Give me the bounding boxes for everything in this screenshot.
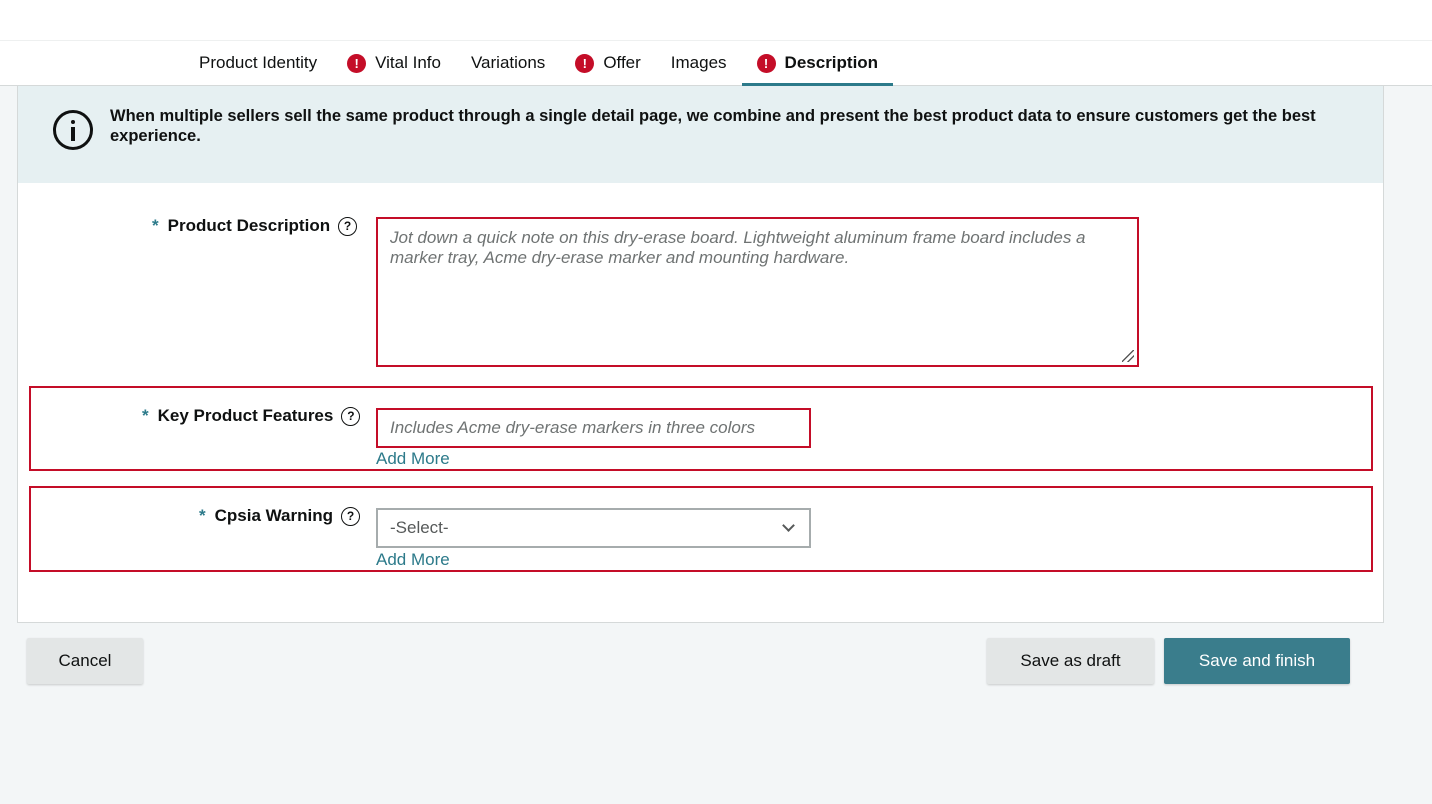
info-icon xyxy=(53,110,93,150)
required-marker: * xyxy=(199,506,206,525)
error-icon: ! xyxy=(347,53,367,73)
key-features-add-more-link[interactable]: Add More xyxy=(376,449,450,469)
tab-offer[interactable]: ! Offer xyxy=(560,40,655,86)
info-banner: When multiple sellers sell the same prod… xyxy=(18,86,1383,183)
cpsia-warning-add-more-link[interactable]: Add More xyxy=(376,550,450,570)
tab-variations[interactable]: Variations xyxy=(456,40,560,86)
key-features-input[interactable]: Includes Acme dry-erase markers in three… xyxy=(376,408,811,448)
tab-label: Product Identity xyxy=(199,53,318,72)
info-banner-text: When multiple sellers sell the same prod… xyxy=(110,107,1316,145)
save-and-finish-button[interactable]: Save and finish xyxy=(1164,638,1350,684)
resize-handle[interactable] xyxy=(1122,350,1134,362)
product-description-textarea[interactable]: Jot down a quick note on this dry-erase … xyxy=(376,217,1139,367)
tab-bar: Product Identity ! Vital Info Variations… xyxy=(184,40,894,87)
tab-description[interactable]: ! Description xyxy=(741,40,894,87)
key-features-label-text: Key Product Features xyxy=(157,406,334,425)
required-marker: * xyxy=(152,216,159,235)
chevron-down-icon xyxy=(782,519,795,532)
key-features-placeholder: Includes Acme dry-erase markers in three… xyxy=(390,418,756,437)
tab-label: Description xyxy=(784,53,879,72)
product-description-placeholder: Jot down a quick note on this dry-erase … xyxy=(390,228,1086,267)
top-navigation: Product Identity ! Vital Info Variations… xyxy=(0,0,1432,87)
tab-vital-info[interactable]: ! Vital Info xyxy=(332,40,456,86)
help-icon[interactable]: ? xyxy=(341,506,361,526)
tab-product-identity[interactable]: Product Identity xyxy=(184,40,332,86)
help-icon[interactable]: ? xyxy=(338,216,358,236)
cancel-button[interactable]: Cancel xyxy=(27,638,143,684)
product-description-label-text: Product Description xyxy=(167,216,331,235)
tab-label: Variations xyxy=(470,53,546,72)
error-icon: ! xyxy=(756,53,776,73)
required-marker: * xyxy=(142,406,149,425)
cpsia-warning-label: * Cpsia Warning ? xyxy=(199,506,361,526)
help-icon[interactable]: ? xyxy=(341,406,361,426)
error-icon: ! xyxy=(575,53,595,73)
cpsia-warning-select[interactable]: -Select- xyxy=(376,508,811,548)
tab-label: Images xyxy=(670,53,727,72)
key-features-label: * Key Product Features ? xyxy=(142,406,361,426)
tab-images[interactable]: Images xyxy=(656,40,742,86)
tab-label: Offer xyxy=(603,53,641,72)
product-description-label: * Product Description ? xyxy=(152,216,358,236)
cpsia-warning-selected: -Select- xyxy=(390,518,449,537)
cpsia-warning-label-text: Cpsia Warning xyxy=(214,506,334,525)
save-as-draft-button[interactable]: Save as draft xyxy=(987,638,1154,684)
description-form-card: When multiple sellers sell the same prod… xyxy=(17,86,1384,623)
tab-label: Vital Info xyxy=(375,53,441,72)
